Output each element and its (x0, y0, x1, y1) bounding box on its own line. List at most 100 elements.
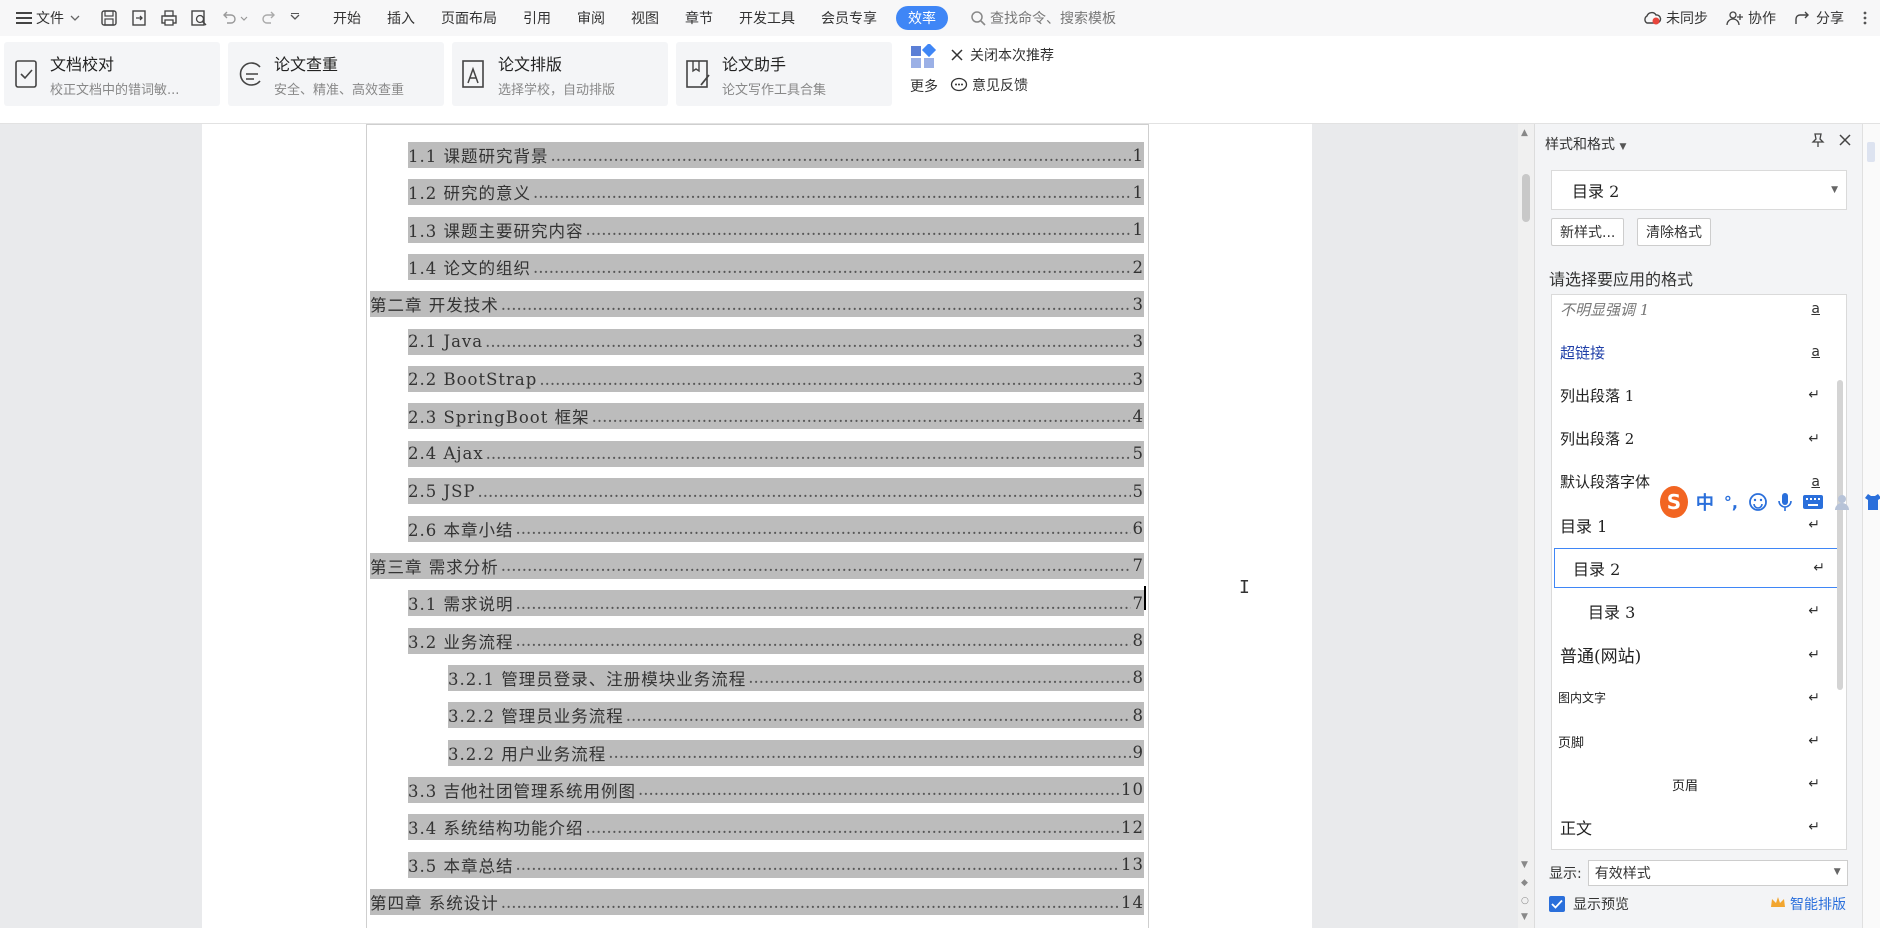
show-preview-checkbox[interactable]: 显示预览 (1549, 894, 1629, 914)
tab-insert[interactable]: 插入 (374, 0, 428, 36)
toc-entry[interactable]: 1.2 研究的意义...............................… (408, 179, 1144, 206)
toc-entry[interactable]: 2.2 BootStrap...........................… (408, 366, 1144, 393)
smart-layout-button[interactable]: 智能排版 (1770, 894, 1846, 914)
tab-home[interactable]: 开始 (320, 0, 374, 36)
style-item[interactable]: 页脚 ↵ (1552, 721, 1832, 761)
next-page-icon[interactable]: ▼ (1521, 912, 1528, 922)
style-item[interactable]: 图内文字 ↵ (1552, 678, 1832, 718)
tab-efficiency[interactable]: 效率 (896, 6, 948, 30)
prev-page-icon[interactable]: ◆ (1521, 878, 1528, 888)
style-item[interactable]: 超链接 a (1552, 332, 1832, 372)
ibeam-cursor-icon: I (1239, 577, 1250, 598)
toc-entry[interactable]: 3.3 吉他社团管理系统用例图.........................… (408, 776, 1144, 803)
ime-mode-toggle[interactable]: 中 (1696, 489, 1714, 515)
thesis-layout-icon (452, 42, 498, 106)
style-item[interactable]: 目录 2 ↵ (1554, 548, 1838, 589)
scroll-down-icon[interactable]: ▼ (1521, 860, 1528, 870)
feedback-button[interactable]: 意见反馈 (950, 74, 1054, 96)
collaborate-button[interactable]: 协作 (1726, 8, 1776, 28)
new-style-button[interactable]: 新样式... (1551, 218, 1625, 246)
style-item[interactable]: 普通(网站) ↵ (1552, 635, 1832, 675)
side-tool-icon[interactable] (1867, 142, 1875, 162)
toc-entry-page: 8 (1132, 631, 1144, 651)
tab-chapter[interactable]: 章节 (672, 0, 726, 36)
print-preview-button[interactable] (184, 0, 214, 36)
thesis-layout-card[interactable]: 论文排版 选择学校，自动排版 (452, 42, 668, 106)
toc-entry[interactable]: 3.1 需求说明................................… (408, 590, 1144, 617)
undo-button[interactable] (214, 0, 254, 36)
toc-entry[interactable]: 1.1 课题研究背景..............................… (408, 142, 1144, 168)
toc-entry[interactable]: 2.5 JSP.................................… (408, 478, 1144, 505)
save-button[interactable] (94, 0, 124, 36)
thesis-assistant-card[interactable]: 论文助手 论文写作工具合集 (676, 42, 892, 106)
command-search[interactable]: 查找命令、搜索模板 (970, 8, 1116, 28)
tab-view[interactable]: 视图 (618, 0, 672, 36)
tab-member[interactable]: 会员专享 (808, 0, 890, 36)
share-button[interactable]: 分享 (1794, 8, 1844, 28)
toc-entry[interactable]: 3.4 系统结构功能介绍............................… (408, 814, 1144, 841)
paragraph-mark-icon: ↵ (1808, 387, 1820, 404)
doc-proofread-card[interactable]: 文档校对 校正文档中的错词敏... (4, 42, 220, 106)
keyboard-icon[interactable] (1802, 494, 1824, 510)
tab-references[interactable]: 引用 (510, 0, 564, 36)
toc-entry[interactable]: 3.5 本章总结................................… (408, 851, 1144, 878)
toc-entry[interactable]: 2.3 SpringBoot 框架.......................… (408, 403, 1144, 430)
toc-entry[interactable]: 2.4 Ajax................................… (408, 440, 1144, 467)
plagiarism-check-card[interactable]: 论文查重 安全、精准、高效查重 (228, 42, 444, 106)
clear-format-button[interactable]: 清除格式 (1637, 218, 1711, 246)
toc-entry-title: 第四章 系统设计 (370, 894, 499, 913)
styles-pane-title[interactable]: 样式和格式 ▼ (1545, 134, 1626, 154)
document-scrollbar[interactable]: ▲ ▼ ◆ ○ ▼ (1518, 124, 1534, 928)
ime-toolbar[interactable]: S 中 °, (1660, 484, 1880, 520)
shirt-icon[interactable] (1864, 493, 1880, 511)
toc-entry[interactable]: 第四章 系统设计................................… (370, 889, 1144, 915)
scrollbar-thumb[interactable] (1522, 174, 1530, 222)
close-recommend-button[interactable]: 关闭本次推荐 (950, 44, 1054, 66)
style-item[interactable]: 列出段落 2 ↵ (1552, 419, 1832, 459)
toc-entry-title: 2.1 Java (408, 332, 484, 352)
scroll-up-icon[interactable]: ▲ (1521, 128, 1528, 138)
microphone-icon[interactable] (1778, 492, 1792, 512)
style-item[interactable]: 正文 ↵ (1552, 807, 1832, 847)
toc-entry[interactable]: 2.1 Java................................… (408, 328, 1144, 355)
print-button[interactable] (154, 0, 184, 36)
select-browse-icon[interactable]: ○ (1521, 896, 1529, 906)
toc-entry[interactable]: 第三章 需求分析................................… (370, 552, 1144, 579)
emoji-icon[interactable] (1748, 492, 1768, 512)
more-apps-button[interactable]: 更多 (910, 44, 942, 96)
export-button[interactable] (124, 0, 154, 36)
toc-leader-dots: ........................................… (500, 294, 1131, 314)
style-list-scrollbar[interactable] (1837, 380, 1843, 690)
style-item[interactable]: 列出段落 1 ↵ (1552, 375, 1832, 415)
close-icon[interactable] (1838, 132, 1852, 152)
style-item[interactable]: 目录 3 ↵ (1552, 591, 1832, 631)
toc-entry[interactable]: 3.2 业务流程................................… (408, 627, 1144, 654)
toc-entry[interactable]: 1.4 论文的组织...............................… (408, 254, 1144, 281)
tab-page-layout[interactable]: 页面布局 (428, 0, 510, 36)
user-icon[interactable] (1834, 493, 1854, 511)
ime-punct-toggle[interactable]: °, (1724, 493, 1738, 512)
file-menu[interactable]: 文件 (10, 0, 86, 36)
style-item[interactable]: 不明显强调 1 a (1552, 295, 1832, 329)
more-options-button[interactable] (1862, 10, 1872, 26)
current-style-select[interactable]: 目录 2 ▼ (1551, 170, 1847, 210)
sogou-logo-icon[interactable]: S (1660, 486, 1688, 518)
style-item[interactable]: 页眉 ↵ (1552, 764, 1832, 804)
document-canvas[interactable]: 1.1 课题研究背景..............................… (0, 124, 1518, 928)
toc-entry[interactable]: 3.2.1 管理员登录、注册模块业务流程....................… (448, 664, 1144, 691)
card-subtitle: 论文写作工具合集 (722, 82, 827, 98)
quick-access-more-button[interactable] (284, 0, 306, 36)
paragraph-mark-icon: ↵ (1808, 646, 1820, 663)
toc-entry[interactable]: 第二章 开发技术................................… (370, 291, 1144, 318)
pin-icon[interactable] (1810, 132, 1826, 152)
toc-entry[interactable]: 2.6 本章小结................................… (408, 515, 1144, 542)
sync-button[interactable]: 未同步 (1642, 8, 1708, 28)
toc-entry[interactable]: 1.3 课题主要研究内容............................… (408, 216, 1144, 243)
toc-entry[interactable]: 3.2.2 用户业务流程............................… (448, 739, 1144, 766)
tab-review[interactable]: 审阅 (564, 0, 618, 36)
redo-button[interactable] (254, 0, 284, 36)
show-filter-select[interactable]: 有效样式 ▼ (1587, 860, 1848, 886)
toc-entry[interactable]: 3.2.2 管理员业务流程...........................… (448, 702, 1144, 729)
tab-developer[interactable]: 开发工具 (726, 0, 808, 36)
print-preview-icon (190, 9, 208, 27)
